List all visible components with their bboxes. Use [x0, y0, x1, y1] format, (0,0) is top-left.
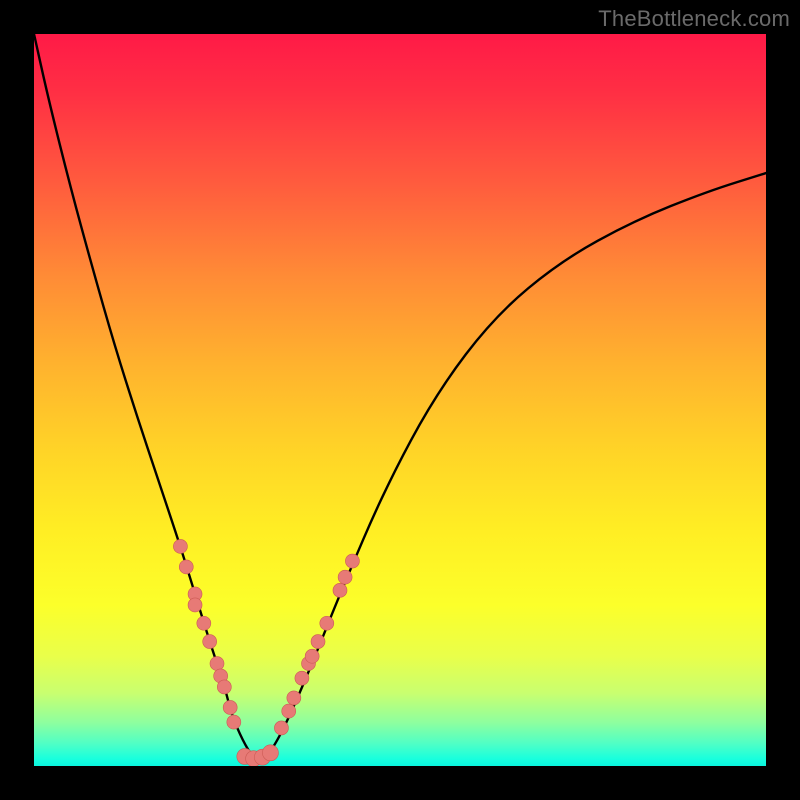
watermark-text: TheBottleneck.com	[598, 6, 790, 32]
data-marker	[227, 715, 241, 729]
chart-frame: TheBottleneck.com	[0, 0, 800, 800]
data-marker	[338, 570, 352, 584]
curve-markers	[173, 539, 359, 766]
data-marker	[311, 635, 325, 649]
data-marker	[262, 745, 278, 761]
data-marker	[320, 616, 334, 630]
data-marker	[179, 560, 193, 574]
data-marker	[287, 691, 301, 705]
data-marker	[295, 671, 309, 685]
data-marker	[223, 700, 237, 714]
data-marker	[203, 635, 217, 649]
data-marker	[173, 539, 187, 553]
data-marker	[217, 680, 231, 694]
plot-area	[34, 34, 766, 766]
data-marker	[282, 704, 296, 718]
data-marker	[188, 598, 202, 612]
bottleneck-curve	[34, 34, 766, 759]
data-marker	[197, 616, 211, 630]
chart-svg	[34, 34, 766, 766]
data-marker	[210, 657, 224, 671]
data-marker	[333, 583, 347, 597]
data-marker	[345, 554, 359, 568]
data-marker	[274, 721, 288, 735]
data-marker	[305, 649, 319, 663]
